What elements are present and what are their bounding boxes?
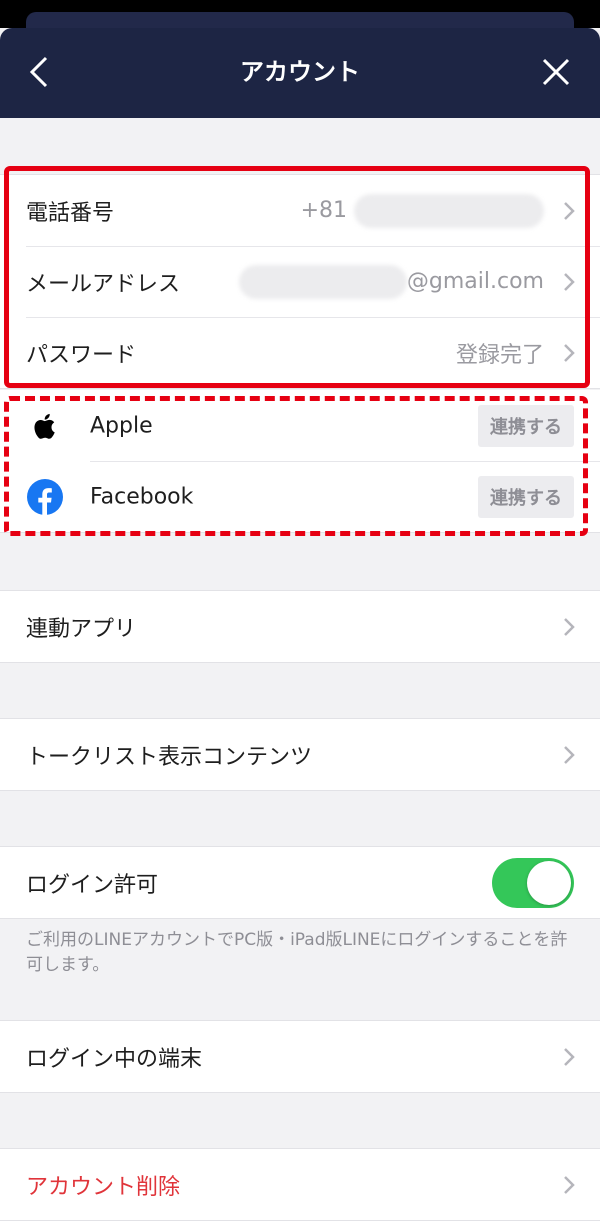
service-name-facebook: Facebook [90,484,194,509]
email-label: メールアドレス [26,271,181,297]
delete-account-label: アカウント削除 [26,1174,181,1200]
login-permission-section: ログイン許可 [0,846,600,919]
toggle-knob [527,860,571,905]
talk-list-content-label: トークリスト表示コンテンツ [26,744,313,770]
phone-number-value: +81 [301,193,544,228]
devices-section: ログイン中の端末 [0,1020,600,1093]
linked-services-section: Apple 連携する Facebook 連携する [0,390,600,533]
close-icon [542,58,570,86]
delete-account-section: アカウント削除 [0,1148,600,1221]
chevron-right-icon [564,201,575,220]
facebook-icon [27,478,63,515]
password-row[interactable]: パスワード 登録完了 [0,317,600,388]
login-permission-toggle[interactable] [492,857,574,908]
password-status: 登録完了 [455,342,544,368]
chevron-right-icon [564,745,575,764]
chevron-right-icon [564,1047,575,1066]
talk-list-content-row[interactable]: トークリスト表示コンテンツ [0,719,600,790]
service-row-apple: Apple 連携する [0,390,600,461]
link-facebook-button[interactable]: 連携する [478,475,574,518]
delete-account-row[interactable]: アカウント削除 [0,1149,600,1220]
talk-list-section: トークリスト表示コンテンツ [0,718,600,791]
login-permission-label: ログイン許可 [26,872,159,898]
phone-number-label: 電話番号 [26,200,115,226]
logged-in-devices-label: ログイン中の端末 [26,1046,203,1072]
apple-icon [34,413,55,439]
linked-apps-section: 連動アプリ [0,590,600,663]
link-apple-button[interactable]: 連携する [478,404,574,447]
service-name-apple: Apple [90,413,153,438]
redacted-phone [354,193,544,228]
logged-in-devices-row[interactable]: ログイン中の端末 [0,1021,600,1092]
login-permission-row: ログイン許可 [0,847,600,918]
chevron-right-icon [564,1175,575,1194]
redacted-email [238,264,407,299]
chevron-right-icon [564,617,575,636]
linked-apps-label: 連動アプリ [26,616,137,642]
chevron-right-icon [564,272,575,291]
password-label: パスワード [26,342,137,368]
account-info-section: 電話番号 +81 メールアドレス @gmail.com パスワード 登録完了 [0,174,600,389]
phone-number-row[interactable]: 電話番号 +81 [0,175,600,246]
close-button[interactable] [534,50,578,94]
email-value: @gmail.com [238,264,544,299]
email-row[interactable]: メールアドレス @gmail.com [0,246,600,317]
service-row-facebook: Facebook 連携する [0,461,600,532]
modal-header: アカウント [0,28,600,118]
login-permission-note: ご利用のLINEアカウントでPC版・iPad版LINEにログインすることを許可し… [26,930,568,975]
linked-apps-row[interactable]: 連動アプリ [0,591,600,662]
page-title: アカウント [240,58,360,86]
chevron-right-icon [564,343,575,362]
